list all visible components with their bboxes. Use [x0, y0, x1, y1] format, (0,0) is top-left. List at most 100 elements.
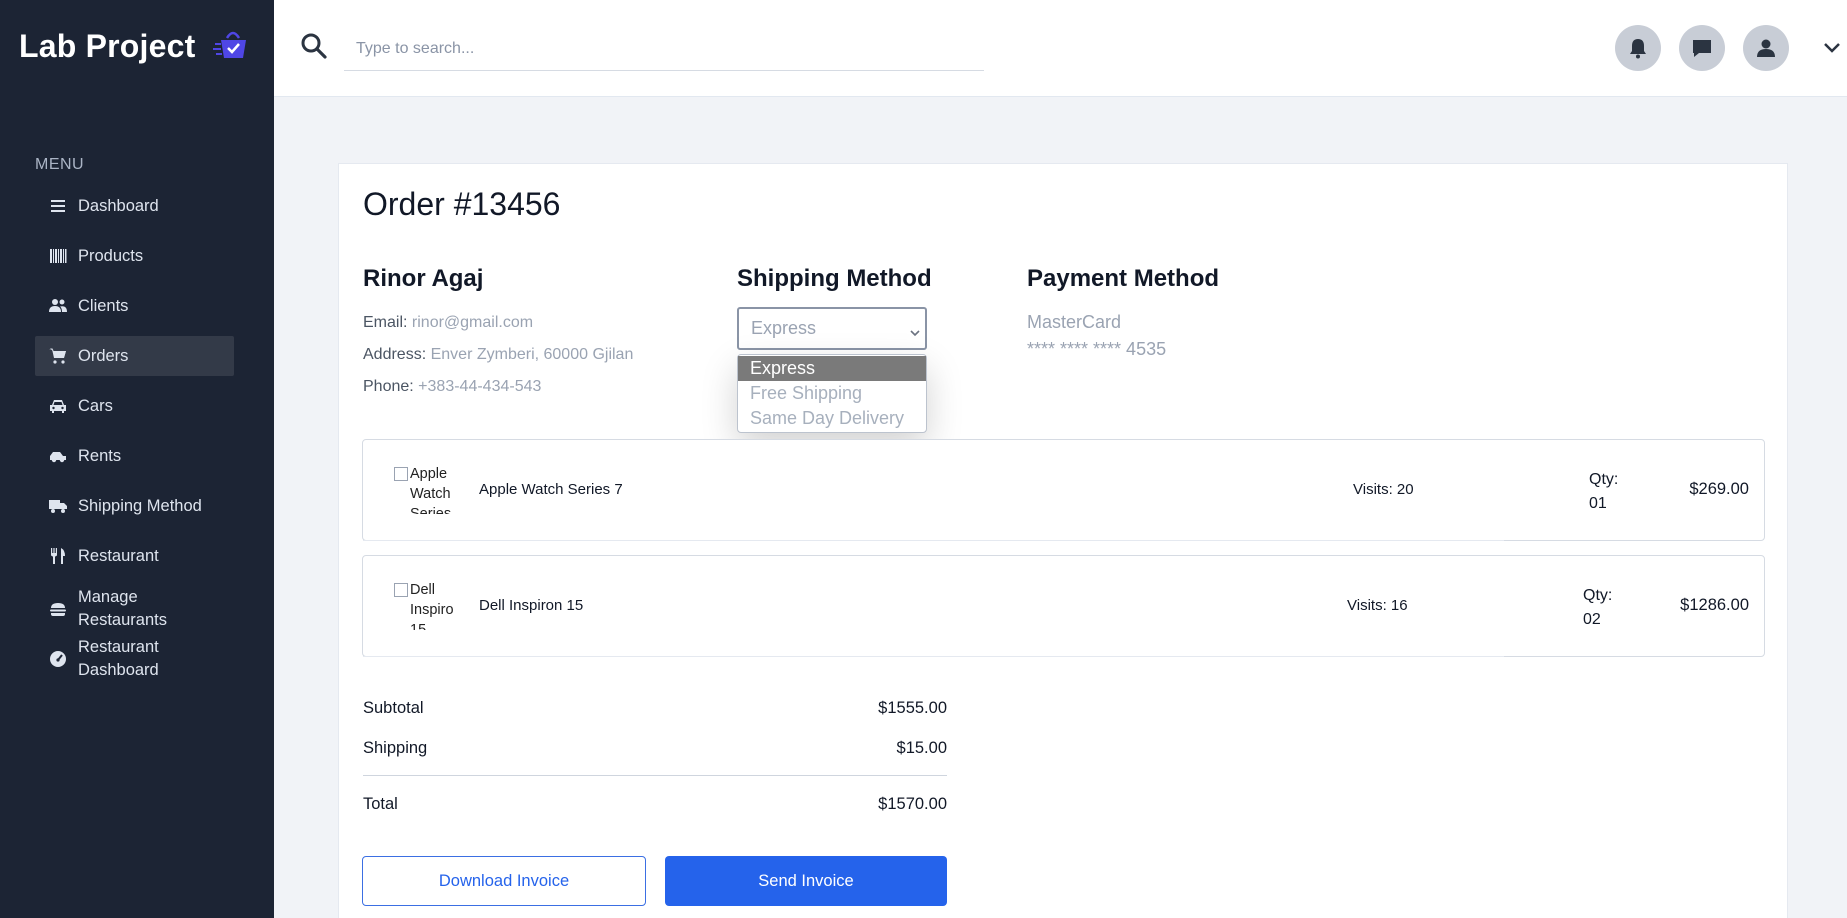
- car-icon: [49, 397, 67, 415]
- shipping-row: Shipping $15.00: [363, 739, 947, 758]
- send-invoice-button[interactable]: Send Invoice: [665, 856, 947, 906]
- sidebar-item-shipping-method[interactable]: Shipping Method: [35, 486, 234, 526]
- phone-value: +383-44-434-543: [418, 378, 542, 395]
- shopping-basket-logo-icon: [213, 26, 253, 66]
- qty-label: Qty:: [1589, 471, 1619, 488]
- product-image-alt: Dell Inspiron 15: [410, 582, 454, 630]
- totals-divider: [363, 775, 947, 776]
- messages-button[interactable]: [1679, 25, 1725, 71]
- address-value: Enver Zymberi, 60000 Gjilan: [430, 346, 634, 363]
- page-title: Order #13456: [363, 186, 561, 222]
- total-value: $1570.00: [878, 795, 947, 813]
- order-details-card: Order #13456 Rinor Agaj Email: rinor@gma…: [338, 163, 1788, 918]
- shipping-method-select[interactable]: Express: [737, 307, 927, 350]
- sidebar-item-label: Rents: [78, 446, 122, 465]
- sidebar-item-label: Clients: [78, 296, 129, 315]
- qty-label: Qty:: [1583, 587, 1613, 604]
- order-item-row: Dell Inspiron 15 Dell Inspiron 15 Visits…: [362, 555, 1765, 657]
- menu-icon: [49, 197, 67, 215]
- order-item-row: Apple Watch Series 7 Apple Watch Series …: [362, 439, 1765, 541]
- product-qty: Qty: 01: [1589, 468, 1629, 516]
- total-row: Total $1570.00: [363, 795, 947, 814]
- customer-address: Address: Enver Zymberi, 60000 Gjilan: [363, 346, 633, 364]
- sidebar-item-label: Products: [78, 246, 144, 265]
- sidebar-item-clients[interactable]: Clients: [35, 286, 234, 326]
- gauge-icon: [49, 650, 67, 668]
- product-price: $269.00: [1689, 480, 1749, 498]
- sidebar-item-label: Shipping Method: [78, 496, 202, 515]
- dropdown-option-same-day-delivery[interactable]: Same Day Delivery: [738, 406, 926, 431]
- row-divider: [363, 656, 1504, 657]
- total-label: Total: [363, 795, 398, 813]
- user-avatar-icon: [1757, 39, 1775, 57]
- broken-image-icon: [394, 583, 408, 597]
- shipping-method-dropdown: Express Free Shipping Same Day Delivery: [737, 354, 927, 433]
- dropdown-option-free-shipping[interactable]: Free Shipping: [738, 381, 926, 406]
- selected-shipping-value: Express: [751, 318, 817, 338]
- phone-label: Phone:: [363, 378, 414, 395]
- sidebar-item-restaurant[interactable]: Restaurant: [35, 536, 234, 576]
- chat-icon: [1693, 40, 1711, 57]
- sidebar-menu: Dashboard Products Clients Orders Cars R…: [35, 186, 234, 686]
- qty-value: 02: [1583, 611, 1601, 628]
- product-image-alt: Apple Watch Series 7: [410, 466, 452, 514]
- sidebar-item-dashboard[interactable]: Dashboard: [35, 186, 234, 226]
- customer-email: Email: rinor@gmail.com: [363, 314, 533, 332]
- shipping-value: $15.00: [896, 739, 947, 757]
- car-side-icon: [49, 447, 67, 465]
- payment-card-number: **** **** **** 4535: [1027, 339, 1167, 359]
- cart-icon: [49, 347, 67, 365]
- address-label: Address:: [363, 346, 427, 363]
- utensils-icon: [49, 547, 67, 565]
- top-header: [274, 0, 1847, 97]
- truck-icon: [49, 497, 67, 515]
- product-visits: Visits: 16: [1347, 597, 1408, 614]
- payment-method-heading: Payment Method: [1027, 265, 1220, 292]
- sidebar-item-label: Restaurant Dashboard: [78, 638, 159, 679]
- sidebar-item-rents[interactable]: Rents: [35, 436, 234, 476]
- sidebar-item-cars[interactable]: Cars: [35, 386, 234, 426]
- chevron-down-icon: [909, 323, 921, 337]
- product-name: Dell Inspiron 15: [479, 597, 584, 614]
- brand[interactable]: Lab Project: [19, 28, 246, 65]
- burger-icon: [49, 600, 67, 618]
- product-price: $1286.00: [1680, 596, 1749, 614]
- user-menu-button[interactable]: [1743, 25, 1789, 71]
- search-icon[interactable]: [300, 32, 328, 60]
- sidebar-item-products[interactable]: Products: [35, 236, 234, 276]
- sidebar-item-orders[interactable]: Orders: [35, 336, 234, 376]
- product-name: Apple Watch Series 7: [479, 481, 623, 498]
- subtotal-value: $1555.00: [878, 699, 947, 717]
- email-value: rinor@gmail.com: [411, 314, 534, 331]
- chevron-down-icon[interactable]: [1822, 38, 1842, 58]
- row-divider: [363, 540, 1504, 541]
- download-invoice-button[interactable]: Download Invoice: [362, 856, 646, 906]
- barcode-icon: [49, 247, 67, 265]
- broken-image-icon: [394, 467, 408, 481]
- product-image: Dell Inspiron 15: [394, 580, 454, 630]
- sidebar-item-label: Orders: [78, 346, 129, 365]
- sidebar-item-restaurant-dashboard[interactable]: Restaurant Dashboard: [35, 636, 234, 682]
- menu-heading: MENU: [35, 156, 85, 173]
- sidebar-item-label: Manage Restaurants: [78, 588, 167, 629]
- sidebar-item-manage-restaurants[interactable]: Manage Restaurants: [35, 586, 234, 632]
- notification-bell-icon: [1630, 39, 1646, 59]
- qty-value: 01: [1589, 495, 1607, 512]
- dropdown-option-express[interactable]: Express: [738, 356, 926, 381]
- customer-phone: Phone: +383-44-434-543: [363, 378, 541, 396]
- product-image: Apple Watch Series 7: [394, 464, 454, 514]
- shipping-method-heading: Shipping Method: [737, 265, 932, 292]
- email-label: Email:: [363, 314, 408, 331]
- search-input[interactable]: [344, 27, 984, 71]
- shipping-label: Shipping: [363, 739, 428, 757]
- notifications-button[interactable]: [1615, 25, 1661, 71]
- app-title: Lab Project: [19, 28, 196, 64]
- product-qty: Qty: 02: [1583, 584, 1623, 632]
- customer-name: Rinor Agaj: [363, 265, 484, 292]
- subtotal-label: Subtotal: [363, 699, 424, 717]
- payment-card-name: MasterCard: [1027, 312, 1122, 332]
- users-icon: [49, 297, 67, 315]
- sidebar-item-label: Cars: [78, 396, 113, 415]
- sidebar-item-label: Restaurant: [78, 546, 159, 565]
- product-visits: Visits: 20: [1353, 481, 1414, 498]
